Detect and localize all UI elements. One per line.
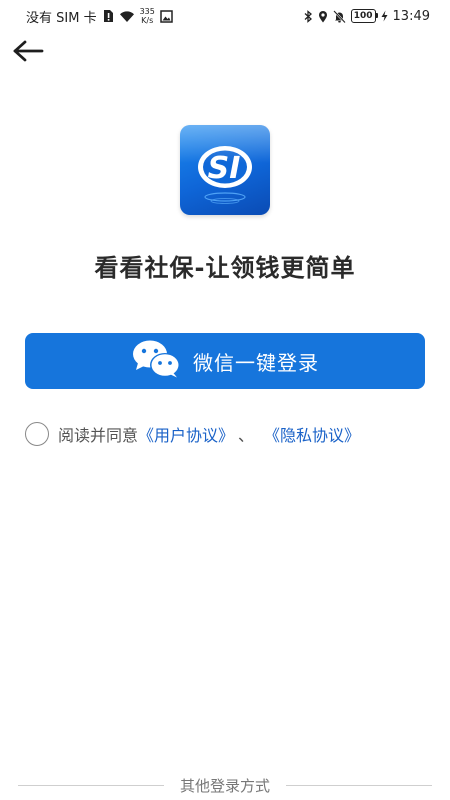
net-speed: 335 K/s [140,7,155,25]
image-icon [160,9,173,23]
agreement-prefix: 阅读并同意 [58,426,139,445]
divider-left [18,785,164,786]
agreement-separator: 、 [238,426,255,445]
back-button[interactable] [10,38,46,68]
privacy-policy-link[interactable]: 《隐私协议》 [264,422,360,446]
location-icon [318,10,328,23]
wechat-login-label: 微信一键登录 [193,350,319,375]
status-right: 100 13:49 [304,9,430,24]
net-speed-unit: K/s [141,16,154,25]
divider-right [286,785,433,786]
app-logo: SI [180,125,270,215]
bluetooth-icon [304,9,313,23]
social-security-logo-icon: SI [180,125,270,204]
other-login-section: 其他登录方式 [18,775,433,796]
battery-indicator: 100 [350,9,378,23]
back-arrow-icon [12,40,44,66]
status-bar: 没有 SIM 卡 335 K/s 100 13:49 [0,0,450,32]
wechat-icon [131,339,183,384]
user-agreement-link[interactable]: 《用户协议》 [138,422,234,446]
app-title: 看看社保-让领钱更简单 [94,254,356,282]
mute-icon [332,9,346,23]
clock-time: 13:49 [392,8,430,24]
sim-alert-icon [102,9,114,23]
wifi-icon [119,10,135,23]
carrier-text: 没有 SIM 卡 [26,10,97,26]
net-speed-value: 335 [139,7,155,16]
agree-checkbox[interactable] [25,422,49,446]
status-left: 没有 SIM 卡 335 K/s [26,7,173,26]
wechat-login-button[interactable]: 微信一键登录 [25,333,425,389]
charging-icon [381,10,388,22]
other-login-label[interactable]: 其他登录方式 [180,775,270,796]
agreement-row: 阅读并同意 《用户协议》 、 《隐私协议》 [25,420,360,448]
